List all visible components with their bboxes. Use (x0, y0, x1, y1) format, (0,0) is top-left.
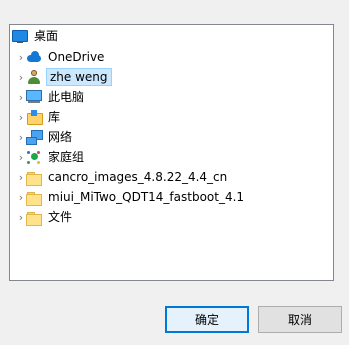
library-icon (26, 109, 43, 125)
tree-item-label: cancro_images_4.8.22_4.4_cn (48, 170, 228, 184)
chevron-right-icon[interactable]: › (16, 87, 26, 107)
tree-item-library[interactable]: › 库 (16, 107, 62, 127)
chevron-right-icon[interactable]: › (16, 167, 26, 187)
tree-item-folder-files[interactable]: › 文件 (16, 207, 74, 227)
tree-item-label: OneDrive (48, 50, 105, 64)
chevron-right-icon[interactable]: › (16, 147, 26, 167)
computer-icon (26, 89, 42, 105)
tree-item-label: 网络 (48, 130, 73, 144)
ok-button[interactable]: 确定 (165, 306, 249, 333)
desktop-icon (12, 28, 28, 44)
tree-item-homegroup[interactable]: › 家庭组 (16, 147, 86, 167)
tree-item-this-pc[interactable]: › 此电脑 (16, 87, 86, 107)
tree-item-label: miui_MiTwo_QDT14_fastboot_4.1 (48, 190, 245, 204)
tree-item-label: 桌面 (34, 29, 59, 43)
tree-item-label: 家庭组 (48, 150, 85, 164)
chevron-right-icon[interactable]: › (16, 207, 26, 227)
tree-item-user[interactable]: › zhe weng (16, 67, 112, 87)
chevron-right-icon[interactable]: › (16, 187, 26, 207)
tree-item-network[interactable]: › 网络 (16, 127, 74, 147)
tree-item-label: 文件 (48, 210, 73, 224)
tree-item-label: 此电脑 (48, 90, 85, 104)
network-icon (26, 129, 43, 145)
tree-item-folder-cancro[interactable]: › cancro_images_4.8.22_4.4_cn (16, 167, 229, 187)
homegroup-icon (26, 149, 42, 165)
onedrive-cloud-icon (26, 49, 42, 65)
tree-item-label: 库 (48, 110, 61, 124)
chevron-right-icon[interactable]: › (16, 107, 26, 127)
chevron-right-icon[interactable]: › (16, 67, 26, 87)
tree-item-label: zhe weng (46, 68, 112, 86)
tree-item-folder-miui[interactable]: › miui_MiTwo_QDT14_fastboot_4.1 (16, 187, 246, 207)
tree-item-desktop[interactable]: 桌面 (12, 26, 60, 46)
cancel-button[interactable]: 取消 (258, 306, 342, 333)
folder-icon (26, 169, 42, 186)
user-icon (26, 69, 42, 85)
folder-tree[interactable]: 桌面 › OneDrive › zhe weng › 此电脑 › 库 › 网络 … (9, 24, 334, 281)
chevron-right-icon[interactable]: › (16, 127, 26, 147)
chevron-right-icon[interactable]: › (16, 47, 26, 67)
tree-item-onedrive[interactable]: › OneDrive (16, 47, 106, 67)
folder-icon (26, 209, 42, 226)
folder-icon (26, 189, 42, 206)
